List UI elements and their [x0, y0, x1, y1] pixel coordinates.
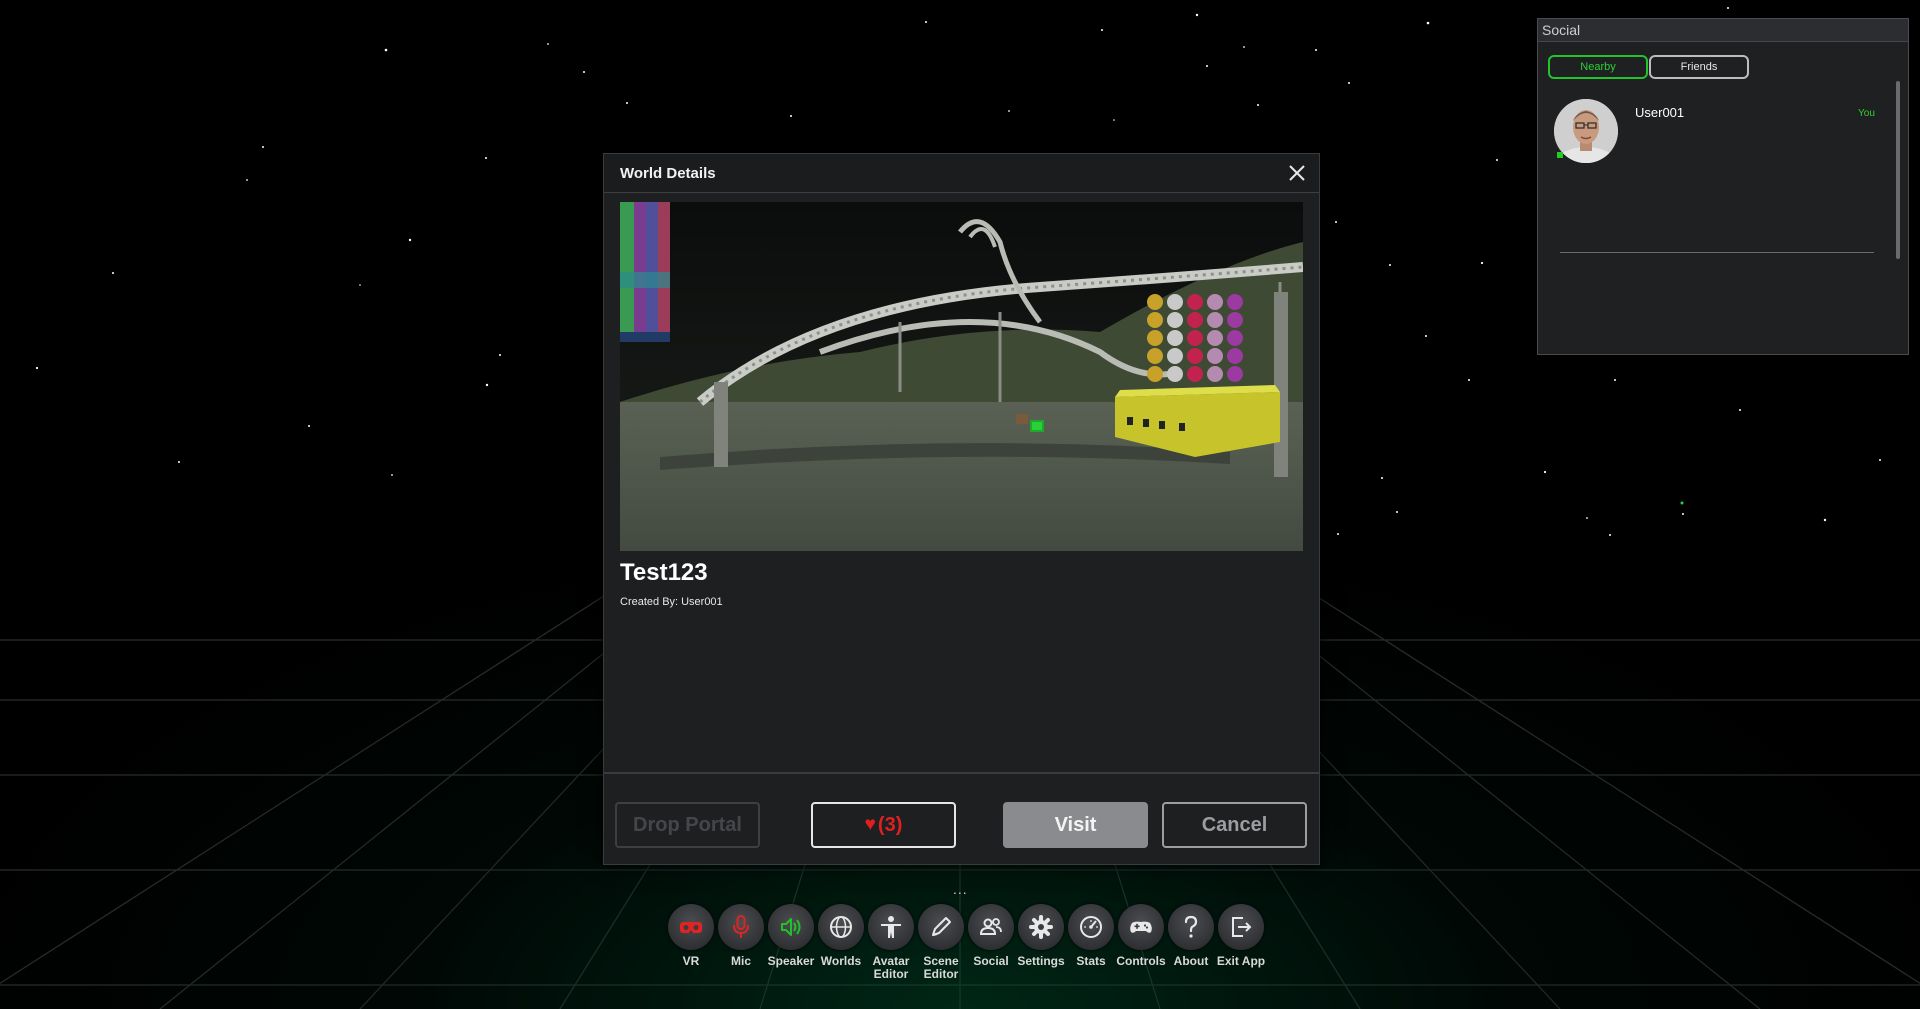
close-icon — [1289, 165, 1305, 181]
users-icon — [979, 918, 1002, 935]
stats-button[interactable]: Stats — [1066, 904, 1116, 1004]
dialog-title: World Details — [620, 165, 716, 182]
speaker-button[interactable]: Speaker — [766, 904, 816, 1004]
creator-line: Created By: User001 — [620, 596, 726, 608]
about-button[interactable]: About — [1166, 904, 1216, 1004]
exit-app-label: Exit App — [1216, 954, 1266, 968]
visit-button[interactable]: Visit — [1003, 802, 1148, 848]
exit-app-button[interactable]: Exit App — [1216, 904, 1266, 1004]
settings-label: Settings — [1017, 954, 1065, 968]
globe-icon — [830, 916, 852, 938]
bottom-toolbar: VR Mic Speaker Worlds Avatar Editor Scen… — [664, 904, 1266, 1004]
social-button[interactable]: Social — [966, 904, 1016, 1004]
controls-button[interactable]: Controls — [1116, 904, 1166, 1004]
worlds-button[interactable]: Worlds — [816, 904, 866, 1004]
speedometer-icon — [1080, 916, 1102, 938]
dialog-divider — [604, 772, 1319, 774]
pencil-icon — [932, 917, 951, 936]
avatar-person-icon — [881, 916, 901, 938]
avatar — [1554, 99, 1618, 163]
scene-editor-button[interactable]: Scene Editor — [916, 904, 966, 1004]
microphone-icon — [733, 915, 749, 938]
about-label: About — [1173, 954, 1209, 968]
tab-nearby[interactable]: Nearby — [1548, 55, 1648, 79]
worlds-label: Worlds — [820, 954, 862, 968]
like-count: (3) — [877, 813, 903, 836]
social-panel-title: Social — [1542, 22, 1581, 38]
question-icon — [1184, 915, 1198, 938]
vr-button[interactable]: VR — [666, 904, 716, 1004]
mic-label: Mic — [730, 954, 751, 968]
scene-editor-label: Scene Editor — [923, 954, 959, 981]
user-list-item[interactable]: User001 You — [1554, 99, 1875, 253]
gear-icon — [1029, 915, 1053, 939]
social-panel-header: Social — [1538, 19, 1908, 42]
social-label: Social — [973, 954, 1009, 968]
speaker-label: Speaker — [767, 954, 815, 968]
like-button[interactable]: ♥ (3) — [811, 802, 956, 848]
world-preview-image — [620, 202, 1303, 551]
created-by-label: Created By: — [620, 596, 679, 608]
creator-name: User001 — [681, 596, 723, 608]
exit-icon — [1232, 917, 1252, 937]
dialog-header: World Details — [604, 154, 1319, 193]
drop-portal-button[interactable]: Drop Portal — [615, 802, 760, 848]
vr-label: VR — [682, 954, 700, 968]
social-scrollbar[interactable] — [1896, 81, 1900, 259]
avatar-editor-label: Avatar Editor — [872, 954, 910, 981]
gamepad-icon — [1130, 921, 1152, 933]
world-name: Test123 — [620, 559, 708, 586]
cancel-button[interactable]: Cancel — [1162, 802, 1307, 848]
user-divider — [1560, 252, 1874, 253]
tab-friends[interactable]: Friends — [1649, 55, 1749, 79]
vr-headset-icon — [680, 922, 702, 933]
mic-button[interactable]: Mic — [716, 904, 766, 1004]
avatar-editor-button[interactable]: Avatar Editor — [866, 904, 916, 1004]
social-panel: Social Nearby Friends User001 You — [1537, 18, 1909, 355]
you-badge: You — [1858, 108, 1875, 119]
online-status-dot — [1557, 152, 1563, 158]
heart-icon: ♥ — [864, 814, 876, 835]
world-details-dialog: World Details Test123 Created By: User00… — [603, 153, 1320, 865]
toolbar-more-button[interactable]: ... — [953, 881, 968, 897]
user-name: User001 — [1635, 105, 1685, 120]
stats-label: Stats — [1076, 954, 1106, 968]
controls-label: Controls — [1116, 954, 1166, 968]
settings-button[interactable]: Settings — [1016, 904, 1066, 1004]
close-button[interactable] — [1285, 161, 1309, 185]
speaker-icon — [781, 918, 801, 936]
